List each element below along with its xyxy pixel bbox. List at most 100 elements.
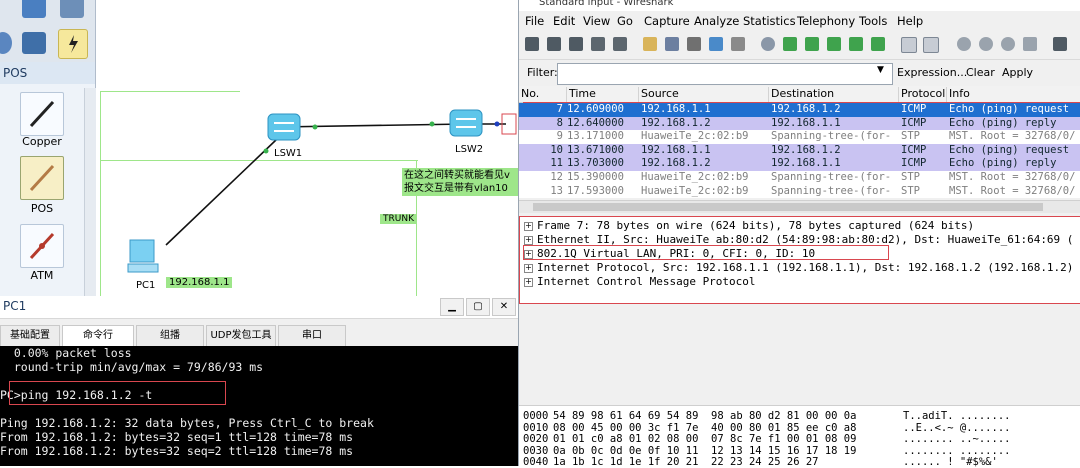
start-capture-icon[interactable] xyxy=(569,37,583,51)
detail-frame[interactable]: + Frame 7: 78 bytes on wire (624 bits), … xyxy=(520,219,1080,233)
col-protocol[interactable]: Protocol xyxy=(899,87,947,102)
hex-off: 0000 xyxy=(523,410,549,422)
detail-icmp[interactable]: + Internet Control Message Protocol xyxy=(520,275,1080,289)
col-source[interactable]: Source xyxy=(639,87,769,102)
lsw1-switch[interactable] xyxy=(266,110,302,147)
menu-telephony[interactable]: Telephony xyxy=(797,14,855,28)
firewall-device-icon[interactable] xyxy=(60,0,84,18)
wireless-device-icon[interactable] xyxy=(22,0,46,18)
pc1-window-titlebar[interactable]: PC1 ▁ ▢ ✕ xyxy=(0,296,518,319)
packet-row[interactable]: 10 13.671000 192.168.1.1 192.168.1.2 ICMP Ech… xyxy=(519,143,1080,158)
copper-cable-button[interactable] xyxy=(20,92,64,136)
menu-tools[interactable]: Tools xyxy=(859,14,887,28)
expand-icon[interactable]: + xyxy=(524,222,533,231)
filter-dropdown-icon[interactable]: ▼ xyxy=(877,65,884,75)
minimize-button[interactable]: ▁ xyxy=(440,298,464,316)
open-file-icon[interactable] xyxy=(643,37,657,51)
options-icon[interactable] xyxy=(547,37,561,51)
hex-row[interactable]: 0020 01 01 c0 a8 01 02 08 00 07 8c 7e f1 … xyxy=(519,433,1080,445)
expand-icon[interactable]: + xyxy=(524,278,533,287)
packet-cell-src: HuaweiTe_2c:02:b9 xyxy=(641,171,749,183)
packet-row[interactable]: 8 12.640000 192.168.1.2 192.168.1.1 ICMP Echo… xyxy=(519,116,1080,131)
apply-button[interactable]: Apply xyxy=(1002,66,1033,79)
packet-row[interactable]: 11 13.703000 192.168.1.2 192.168.1.1 ICMP Ech… xyxy=(519,157,1080,171)
packet-cell-info: Echo (ping) request xyxy=(949,103,1070,115)
link-device-icon[interactable] xyxy=(58,29,88,59)
zoom-out-icon[interactable] xyxy=(979,37,993,51)
autoscroll-icon[interactable] xyxy=(923,37,939,53)
menu-analyze[interactable]: Analyze xyxy=(694,14,739,28)
menu-capture[interactable]: Capture xyxy=(644,14,690,28)
go-to-packet-icon[interactable] xyxy=(827,37,841,51)
cloud-device-icon[interactable] xyxy=(0,32,12,54)
capture-filters-icon[interactable] xyxy=(1053,37,1067,51)
tab-udp-tool[interactable]: UDP发包工具 xyxy=(206,325,276,347)
interfaces-icon[interactable] xyxy=(525,37,539,51)
device-panel-scrollbar[interactable] xyxy=(84,88,96,296)
filter-input[interactable] xyxy=(557,63,893,85)
stop-capture-icon[interactable] xyxy=(591,37,605,51)
packet-cell-dst: 192.168.1.2 xyxy=(771,103,841,115)
go-last-icon[interactable] xyxy=(871,37,885,51)
menu-go[interactable]: Go xyxy=(617,14,633,28)
menu-help[interactable]: Help xyxy=(897,14,923,28)
tab-multicast[interactable]: 组播 xyxy=(136,325,204,347)
pos-cable-icon xyxy=(29,164,55,192)
reload-icon[interactable] xyxy=(709,37,723,51)
packet-list-hscrollbar[interactable] xyxy=(519,200,1080,213)
menu-statistics[interactable]: Statistics xyxy=(743,14,796,28)
close-file-icon[interactable] xyxy=(687,37,701,51)
scrollbar-thumb[interactable] xyxy=(533,203,1043,211)
wireshark-title: Standard input - Wireshark xyxy=(539,0,674,8)
menu-edit[interactable]: Edit xyxy=(553,14,575,28)
normal-size-icon[interactable] xyxy=(1001,37,1015,51)
save-file-icon[interactable] xyxy=(665,37,679,51)
clear-button[interactable]: Clear xyxy=(966,66,995,79)
colorize-icon[interactable] xyxy=(901,37,917,53)
go-back-icon[interactable] xyxy=(783,37,797,51)
maximize-button[interactable]: ▢ xyxy=(466,298,490,316)
packet-row[interactable]: 7 12.609000 192.168.1.1 192.168.1.2 ICMP Echo… xyxy=(519,103,1080,117)
hex-row[interactable]: 0030 0a 0b 0c 0d 0e 0f 10 11 12 13 14 15 … xyxy=(519,445,1080,457)
expression-button[interactable]: Expression... xyxy=(897,66,967,79)
detail-ip[interactable]: + Internet Protocol, Src: 192.168.1.1 (1… xyxy=(520,261,1080,275)
packet-row[interactable]: 13 17.593000 HuaweiTe_2c:02:b9 Spanning-tre… xyxy=(519,184,1080,199)
menu-view[interactable]: View xyxy=(583,14,610,28)
packet-cell-proto: ICMP xyxy=(901,116,927,129)
expand-icon[interactable]: + xyxy=(524,264,533,273)
tab-basic-config[interactable]: 基础配置 xyxy=(0,325,60,347)
topology-canvas[interactable]: LSW1 LSW2 PC1 192.168.1.1 TRUNK 在这之间转买就能… xyxy=(96,0,522,296)
zoom-in-icon[interactable] xyxy=(957,37,971,51)
server-device-icon[interactable] xyxy=(22,32,46,54)
go-forward-icon[interactable] xyxy=(805,37,819,51)
menu-file[interactable]: File xyxy=(525,14,544,28)
packet-cell-time: 17.593000 xyxy=(567,184,624,197)
atm-cable-button[interactable] xyxy=(20,224,64,268)
col-no[interactable]: No. xyxy=(519,87,567,102)
pos-cable-button[interactable] xyxy=(20,156,64,200)
go-first-icon[interactable] xyxy=(849,37,863,51)
expand-icon[interactable]: + xyxy=(524,236,533,245)
restart-capture-icon[interactable] xyxy=(613,37,627,51)
print-icon[interactable] xyxy=(731,37,745,51)
tab-serial[interactable]: 串口 xyxy=(278,325,346,347)
find-packet-icon[interactable] xyxy=(761,37,775,51)
col-info[interactable]: Info xyxy=(947,87,1080,102)
lsw2-switch[interactable] xyxy=(448,106,484,143)
resize-columns-icon[interactable] xyxy=(1023,37,1037,51)
pc1-console[interactable]: 0.00% packet loss round-trip min/avg/max… xyxy=(0,346,518,466)
hex-row[interactable]: 0000 54 89 98 61 64 69 54 89 98 ab 80 d2 … xyxy=(519,410,1080,422)
packet-cell-proto: ICMP xyxy=(901,103,927,115)
packet-cell-src: 192.168.1.2 xyxy=(641,157,711,170)
packet-row[interactable]: 12 15.390000 HuaweiTe_2c:02:b9 Spanning-tre… xyxy=(519,171,1080,185)
wireshark-titlebar[interactable]: Standard input - Wireshark xyxy=(519,0,1080,11)
col-destination[interactable]: Destination xyxy=(769,87,899,102)
close-button[interactable]: ✕ xyxy=(492,298,516,316)
packet-bytes-pane: 0000 54 89 98 61 64 69 54 89 98 ab 80 d2 … xyxy=(519,405,1080,468)
tab-command-line[interactable]: 命令行 xyxy=(62,325,134,347)
packet-row[interactable]: 9 13.171000 HuaweiTe_2c:02:b9 Spanning-tree… xyxy=(519,130,1080,144)
pc1-device[interactable] xyxy=(126,238,162,281)
hex-row[interactable]: 0010 08 00 45 00 00 3c f1 7e 40 00 80 01 … xyxy=(519,422,1080,434)
col-time[interactable]: Time xyxy=(567,87,639,102)
hex-row[interactable]: 0040 1a 1b 1c 1d 1e 1f 20 21 22 23 24 25 … xyxy=(519,456,1080,468)
